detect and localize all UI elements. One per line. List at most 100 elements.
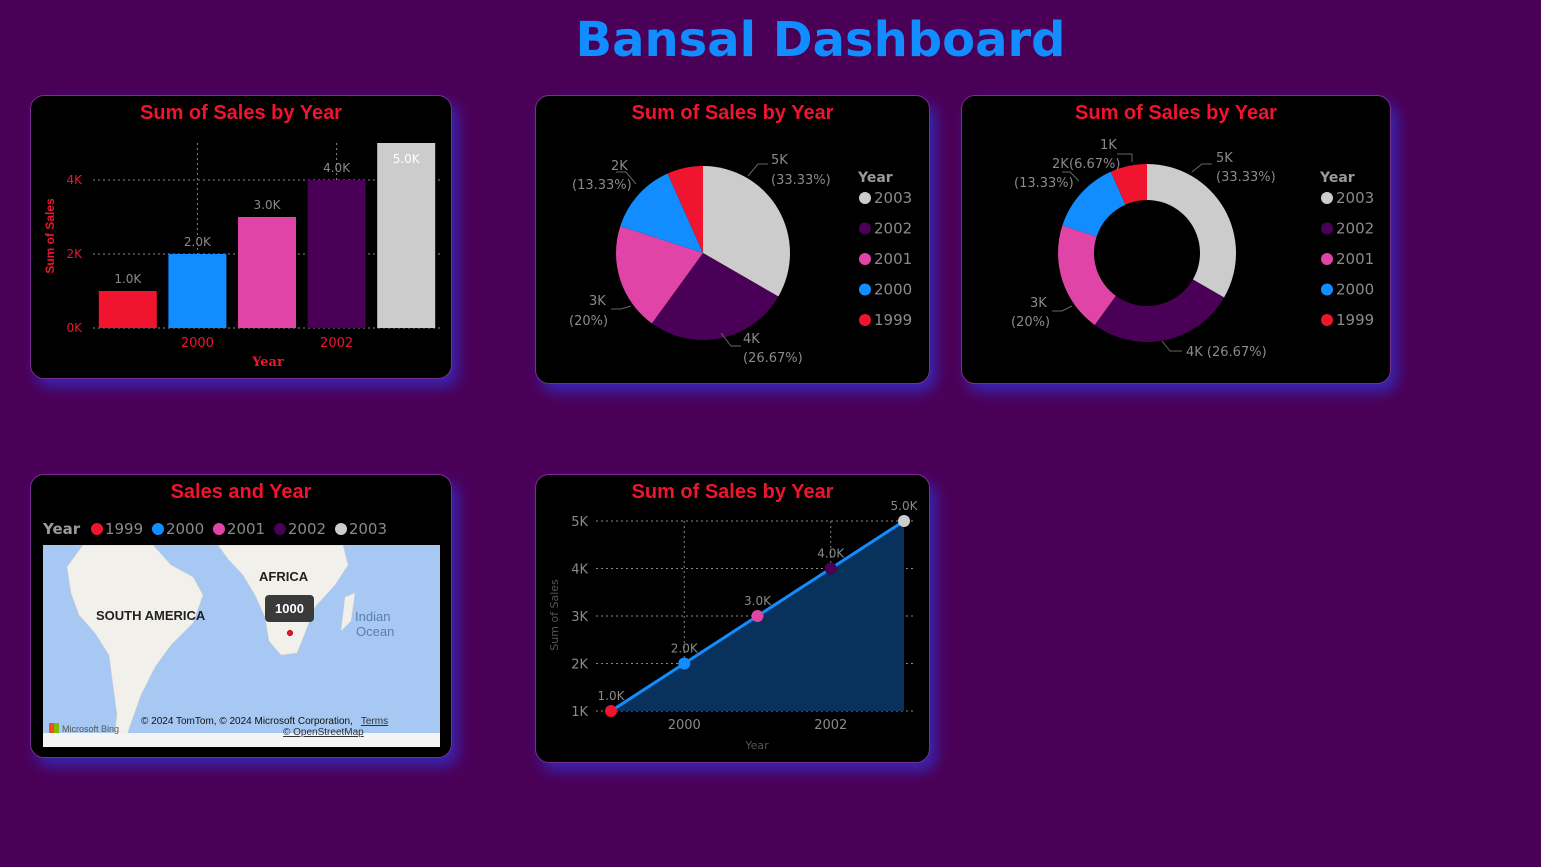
donut-leader-4k	[1161, 340, 1182, 352]
map-legend: Year 1999 2000 2001 2002 2003	[43, 520, 391, 538]
bar-y-tick-label: 2K	[66, 247, 83, 261]
donut-label-1k-pct: (6.67%)	[1069, 157, 1120, 172]
bar-2002[interactable]	[307, 180, 366, 328]
map-legend-item-2003[interactable]: 2003	[349, 520, 387, 538]
bar-y-tick-label: 4K	[66, 173, 83, 187]
line-x-tick-label: 2000	[668, 718, 701, 733]
line-data-label: 1.0K	[598, 689, 626, 703]
donut-legend-title: Year	[1319, 170, 1355, 186]
map-legend-item-1999[interactable]: 1999	[105, 520, 143, 538]
pie-legend-item-2002[interactable]: 2002	[874, 220, 912, 238]
line-x-axis-title: Year	[744, 739, 769, 752]
donut-legend-dot-2002	[1321, 222, 1333, 235]
donut-chart[interactable]: 5K (33.33%) 4K (26.67%) 3K (20%) 2K (13.…	[962, 96, 1390, 383]
microsoft-logo-icon	[49, 723, 59, 733]
bar-x-tick-label: 2000	[181, 336, 214, 351]
line-point-2002[interactable]	[824, 562, 837, 575]
pie-label-4k-value: 4K	[743, 332, 760, 347]
pie-leader-3k	[611, 305, 632, 310]
donut-legend-item-1999[interactable]: 1999	[1336, 311, 1374, 329]
line-point-2001[interactable]	[751, 610, 764, 622]
donut-legend-item-2002[interactable]: 2002	[1336, 220, 1374, 238]
pie-label-4k-pct: (26.67%)	[743, 351, 803, 366]
madagascar-landmass	[340, 592, 356, 632]
map-osm-link[interactable]: © OpenStreetMap	[283, 727, 364, 738]
bar-data-label: 5.0K	[393, 152, 421, 166]
donut-legend-dot-2003	[1321, 192, 1333, 204]
pie-label-2k-pct: (13.33%)	[572, 178, 632, 193]
line-data-label: 3.0K	[744, 594, 772, 608]
bar-data-label: 1.0K	[114, 272, 142, 286]
line-y-tick-label: 2K	[571, 658, 588, 673]
donut-leader-3k	[1052, 305, 1073, 312]
legend-dot-1999	[90, 523, 103, 535]
pie-chart-card[interactable]: Sum of Sales by Year 5K (33.33%) 4K (26.…	[535, 95, 930, 384]
donut-label-5k-pct: (33.33%)	[1216, 170, 1276, 185]
line-chart[interactable]: 1K 2K 3K 4K 5K 2000 2002 1.0K 2.0K 3.0K 4.0K 5.0K S…	[536, 475, 929, 762]
donut-legend-dot-2000	[1321, 283, 1333, 296]
map-legend-item-2002[interactable]: 2002	[288, 520, 326, 538]
line-point-1999[interactable]	[605, 705, 617, 717]
donut-label-2k-pct: (13.33%)	[1014, 176, 1074, 191]
pie-label-5k-pct: (33.33%)	[771, 173, 831, 188]
donut-legend-dot-1999	[1321, 314, 1333, 326]
pie-legend-item-2001[interactable]: 2001	[874, 250, 912, 268]
map-terms-link[interactable]: Terms	[361, 716, 388, 727]
bar-chart[interactable]: 0K 2K 4K 2000 2002 1.0K 2.0K 3.0K 4.0K 5.0K Sum o…	[31, 96, 451, 378]
map-area[interactable]: AFRICA SOUTH AMERICA Indian Ocean 1000 M…	[43, 545, 440, 747]
line-point-2000[interactable]	[678, 657, 691, 670]
donut-leader-5k	[1191, 163, 1212, 173]
pie-legend-title: Year	[857, 170, 893, 186]
pie-chart[interactable]: 5K (33.33%) 4K (26.67%) 3K (20%) 2K (13.…	[536, 96, 929, 383]
pie-legend-dot-2002	[859, 222, 871, 235]
donut-label-4k: 4K (26.67%)	[1186, 345, 1267, 360]
map-card[interactable]: Sales and Year Year 1999 2000 2001 2002 …	[30, 474, 452, 758]
donut-slice-2002[interactable]	[1094, 279, 1225, 343]
bar-data-label: 3.0K	[254, 198, 282, 212]
bar-data-label: 2.0K	[184, 235, 212, 249]
pie-leader-5k	[747, 163, 768, 177]
bar-2003[interactable]	[377, 143, 436, 328]
bar-1999[interactable]	[98, 291, 157, 328]
line-y-tick-label: 5K	[571, 515, 588, 530]
legend-dot-2002	[273, 523, 286, 535]
line-y-axis-title: Sum of Sales	[548, 579, 561, 651]
line-y-tick-label: 3K	[571, 610, 588, 625]
line-data-label: 5.0K	[891, 499, 919, 513]
bar-2000[interactable]	[168, 254, 227, 328]
map-title: Sales and Year	[170, 481, 312, 503]
donut-legend-item-2003[interactable]: 2003	[1336, 189, 1374, 207]
pie-legend-dot-2000	[859, 283, 871, 296]
line-y-tick-label: 4K	[571, 563, 588, 578]
legend-dot-2000	[151, 523, 164, 535]
map-label-ocean: Ocean	[356, 624, 394, 639]
pie-legend-dot-2003	[859, 192, 871, 204]
bing-label: Microsoft Bing	[62, 724, 120, 734]
pie-label-2k-value: 2K	[611, 159, 628, 174]
pie-legend-item-1999[interactable]: 1999	[874, 311, 912, 329]
donut-label-1k-value: 1K	[1100, 138, 1117, 153]
map-label-africa: AFRICA	[259, 569, 309, 584]
bar-chart-card[interactable]: Sum of Sales by Year 0K 2K 4K 2000 2002 1.0K 2…	[30, 95, 452, 379]
line-chart-card[interactable]: Sum of Sales by Year 1K 2K 3K 4K 5K 2000 2002 1…	[535, 474, 930, 763]
map-legend-item-2000[interactable]: 2000	[166, 520, 204, 538]
bar-y-axis-title: Sum of Sales	[43, 198, 57, 274]
line-x-tick-label: 2002	[814, 718, 847, 733]
bing-logo: Microsoft Bing	[49, 723, 119, 734]
bar-data-label: 4.0K	[323, 161, 351, 175]
map-data-point-1999[interactable]	[287, 630, 293, 636]
donut-chart-card[interactable]: Sum of Sales by Year 5K (33.33%) 4K (26.…	[961, 95, 1391, 384]
donut-label-3k-value: 3K	[1030, 296, 1047, 311]
pie-legend-item-2003[interactable]: 2003	[874, 189, 912, 207]
donut-legend-dot-2001	[1321, 253, 1333, 265]
map-label-south-america: SOUTH AMERICA	[96, 608, 206, 623]
donut-legend-item-2000[interactable]: 2000	[1336, 281, 1374, 299]
donut-label-5k-value: 5K	[1216, 151, 1233, 166]
line-point-2003[interactable]	[898, 515, 910, 527]
donut-legend-item-2001[interactable]: 2001	[1336, 250, 1374, 268]
line-data-label: 4.0K	[817, 547, 845, 561]
bar-2001[interactable]	[238, 217, 296, 328]
pie-label-3k-value: 3K	[589, 294, 606, 309]
pie-legend-item-2000[interactable]: 2000	[874, 281, 912, 299]
map-legend-item-2001[interactable]: 2001	[227, 520, 265, 538]
